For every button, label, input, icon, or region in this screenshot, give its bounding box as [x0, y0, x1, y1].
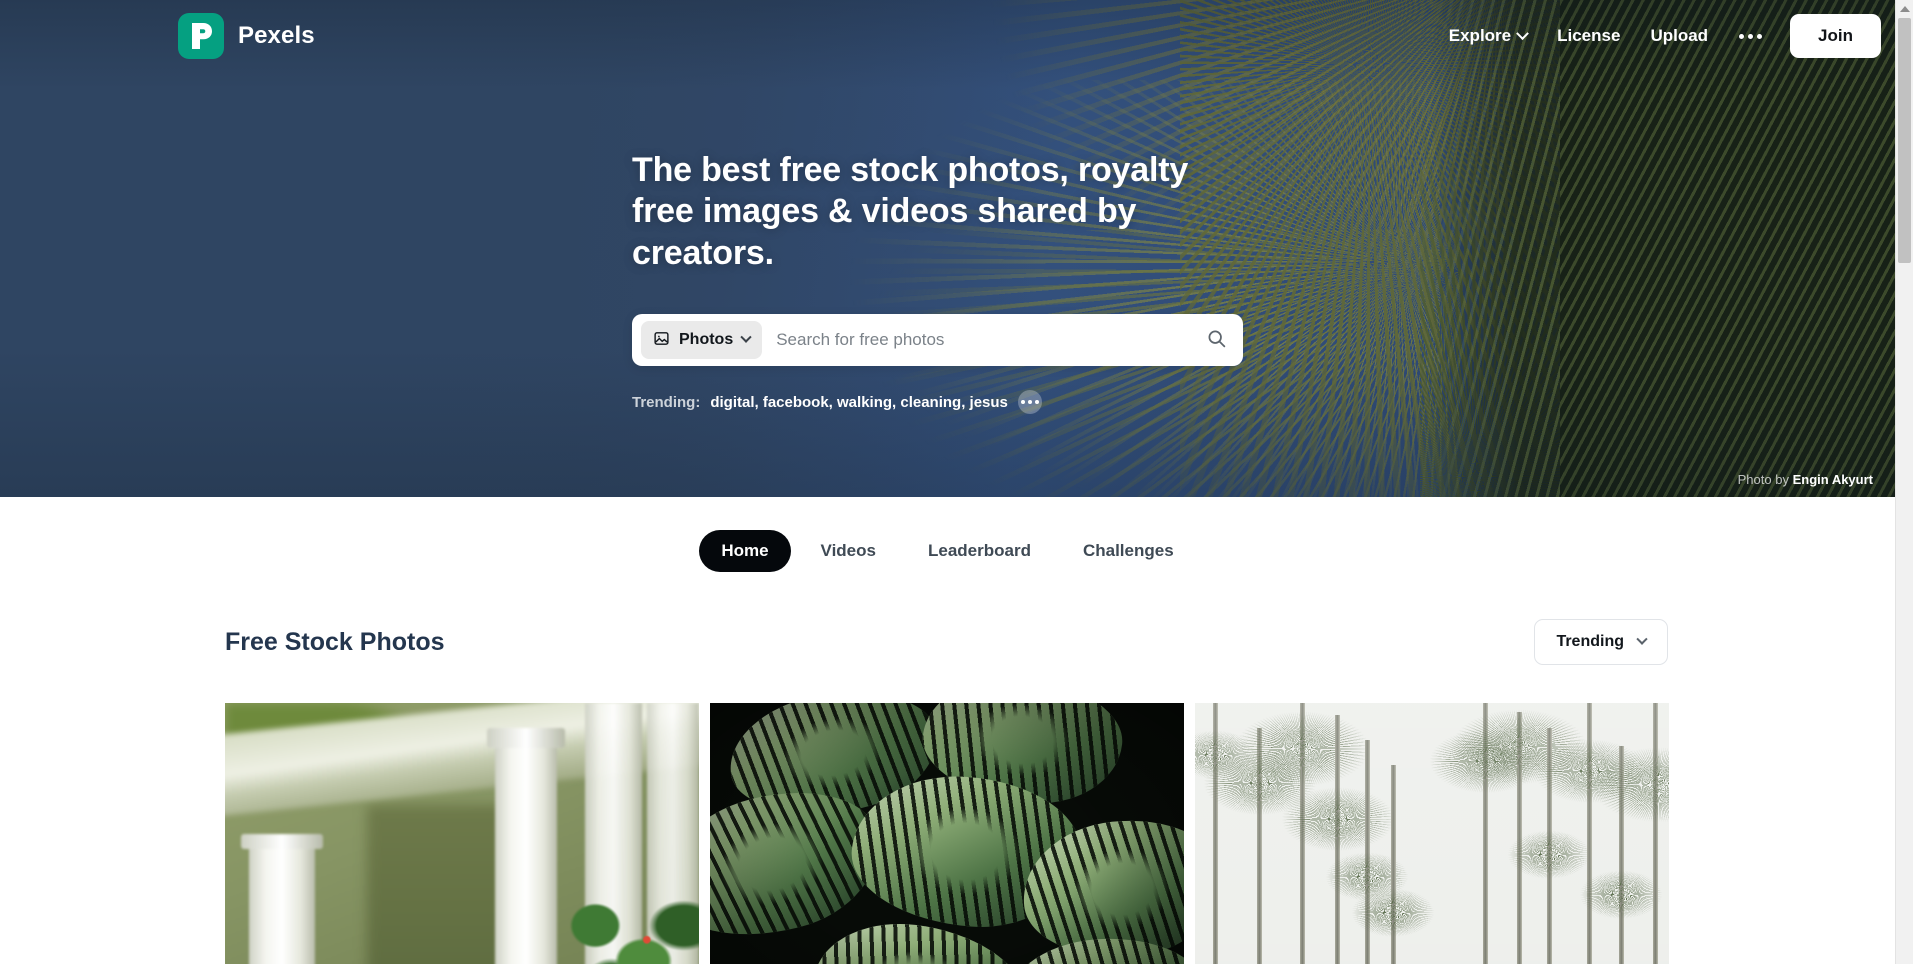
photo-card[interactable]: [710, 703, 1184, 964]
search-input[interactable]: [762, 330, 1197, 351]
trending-terms[interactable]: digital, facebook, walking, cleaning, je…: [710, 394, 1008, 411]
photo-grid: [225, 703, 1670, 964]
nav-item-license[interactable]: License: [1542, 18, 1635, 54]
page-scrollbar[interactable]: [1895, 0, 1913, 964]
chevron-down-icon: [740, 331, 752, 344]
main-content: Home Videos Leaderboard Challenges Free …: [0, 497, 1895, 964]
nav-item-upload[interactable]: Upload: [1635, 18, 1723, 54]
ellipsis-icon: [1748, 33, 1754, 39]
search-bar: Photos: [632, 314, 1243, 367]
tab-leaderboard[interactable]: Leaderboard: [906, 530, 1053, 572]
photo-thumbnail-monstera: [710, 703, 1184, 964]
tab-challenges[interactable]: Challenges: [1061, 530, 1196, 572]
brand-logo-link[interactable]: Pexels: [178, 13, 315, 59]
pexels-homepage: The best free stock photos, royalty free…: [0, 0, 1913, 964]
search-icon: [1206, 328, 1227, 352]
hero-content: The best free stock photos, royalty free…: [632, 150, 1252, 415]
nav-item-label: License: [1557, 26, 1621, 45]
search-submit-button[interactable]: [1197, 321, 1235, 359]
image-icon: [653, 330, 670, 350]
ellipsis-icon: [1034, 400, 1039, 405]
search-type-label: Photos: [679, 331, 734, 349]
photo-thumbnail-palms: [1195, 703, 1669, 964]
pexels-p-logo-icon: [178, 13, 224, 59]
photo-credit-prefix: Photo by: [1737, 472, 1789, 487]
section-header: Free Stock Photos Trending: [225, 619, 1668, 665]
trending-label: Trending:: [632, 393, 701, 411]
brand-name: Pexels: [238, 22, 315, 49]
scrollbar-thumb[interactable]: [1898, 18, 1911, 263]
photo-card[interactable]: [1195, 703, 1669, 964]
photo-credit: Photo by Engin Akyurt: [1738, 472, 1873, 487]
ellipsis-icon: [1020, 400, 1025, 405]
join-button[interactable]: Join: [1790, 14, 1881, 58]
site-header: Pexels Explore License Upload Join: [0, 0, 1913, 72]
ellipsis-icon: [1739, 33, 1745, 39]
tab-home[interactable]: Home: [699, 530, 791, 572]
main-nav: Explore License Upload Join: [1434, 14, 1881, 58]
ellipsis-icon: [1027, 400, 1032, 405]
trending-row: Trending: digital, facebook, walking, cl…: [632, 390, 1252, 415]
chevron-down-icon: [1516, 26, 1529, 40]
search-type-dropdown[interactable]: Photos: [641, 321, 763, 360]
nav-more-menu-button[interactable]: [1723, 24, 1778, 49]
tab-videos[interactable]: Videos: [799, 530, 898, 572]
scroll-up-arrow-icon[interactable]: [1896, 0, 1913, 18]
chevron-down-icon: [1636, 633, 1648, 645]
hero-banner: The best free stock photos, royalty free…: [0, 0, 1895, 497]
nav-item-label: Explore: [1448, 26, 1512, 45]
trending-more-button[interactable]: [1017, 390, 1042, 415]
photo-card[interactable]: [225, 703, 699, 964]
section-title: Free Stock Photos: [225, 627, 445, 656]
photo-thumbnail-columns: [225, 703, 699, 964]
sort-label: Trending: [1556, 633, 1624, 650]
sort-dropdown[interactable]: Trending: [1534, 619, 1668, 665]
nav-item-explore[interactable]: Explore: [1434, 18, 1542, 54]
nav-item-label: Upload: [1650, 26, 1709, 45]
page-title: The best free stock photos, royalty free…: [632, 151, 1189, 272]
ellipsis-icon: [1757, 33, 1763, 39]
content-tabs: Home Videos Leaderboard Challenges: [0, 497, 1895, 572]
photo-credit-author[interactable]: Engin Akyurt: [1793, 472, 1873, 487]
